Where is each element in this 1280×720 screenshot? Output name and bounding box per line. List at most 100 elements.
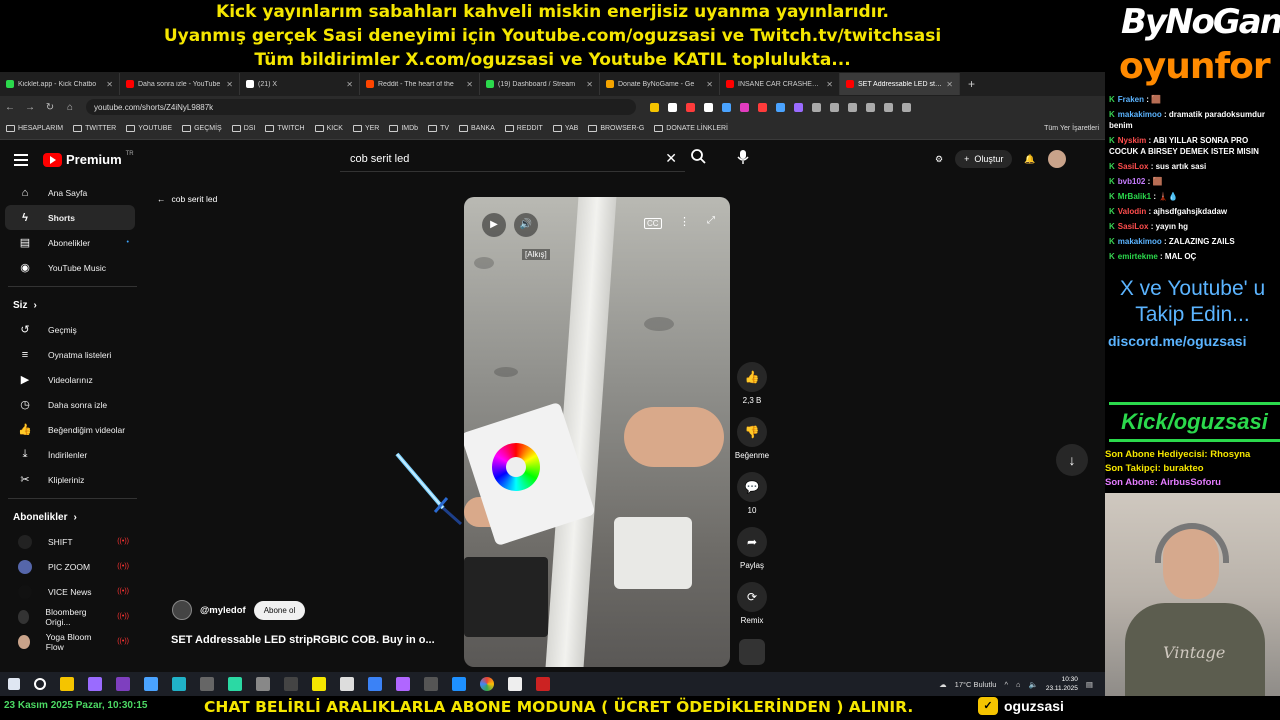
extension-icon[interactable] (668, 102, 677, 112)
app-icon[interactable] (536, 677, 550, 691)
close-icon[interactable]: ✕ (106, 80, 113, 89)
close-icon[interactable]: ✕ (706, 80, 713, 89)
bookmark-item[interactable]: IMDb (389, 125, 418, 132)
extension-icon[interactable] (758, 102, 767, 112)
browser-tab[interactable]: (21) X ✕ (240, 73, 360, 95)
app-icon[interactable] (312, 677, 326, 691)
forward-arrow-icon[interactable]: → (20, 102, 40, 113)
close-icon[interactable]: ✕ (466, 80, 473, 89)
comments-button[interactable]: 💬 10 (734, 472, 770, 515)
channel-name[interactable]: @myledof (200, 605, 246, 616)
browser-tab[interactable]: (19) Dashboard / Stream ✕ (480, 73, 600, 95)
bookmark-item[interactable]: TWITTER (73, 125, 116, 132)
weather-icon[interactable]: ☁ (939, 680, 947, 689)
clock[interactable]: 10:30 23.11.2025 (1046, 675, 1078, 693)
network-icon[interactable]: ⌂ (1016, 680, 1021, 689)
weather-text[interactable]: 17°C Bulutlu (955, 680, 997, 689)
bookmark-item[interactable]: YER (352, 125, 379, 132)
app-icon[interactable] (172, 677, 186, 691)
app-icon[interactable] (200, 677, 214, 691)
extension-icon[interactable] (740, 102, 749, 112)
onenote-icon[interactable] (116, 677, 130, 691)
app-icon[interactable] (340, 677, 354, 691)
play-icon[interactable]: ▶ (482, 213, 506, 237)
chrome-icon[interactable] (480, 677, 494, 691)
bookmark-item[interactable]: DSI (231, 125, 255, 132)
notification-icon[interactable]: ▤ (1086, 680, 1093, 689)
close-icon[interactable]: ✕ (826, 80, 833, 89)
extension-icon[interactable] (794, 102, 803, 112)
sidebar-section-you[interactable]: Siz › (0, 293, 145, 317)
sidebar-item[interactable]: Bloomberg Origi... ((•)) (5, 604, 135, 629)
gear-icon[interactable]: ⚙ (935, 154, 943, 165)
channel-avatar[interactable] (172, 600, 192, 620)
app-icon[interactable] (424, 677, 438, 691)
file-explorer-icon[interactable] (60, 677, 74, 691)
sidebar-item[interactable]: PIC ZOOM ((•)) (5, 554, 135, 579)
extension-icon[interactable] (902, 102, 911, 112)
sound-button[interactable] (734, 637, 770, 665)
chevron-up-icon[interactable]: ^ (1004, 680, 1008, 689)
browser-tab[interactable]: Donate ByNoGame - Ge ✕ (600, 73, 720, 95)
sidebar-item[interactable]: ◉ YouTube Music (5, 255, 135, 280)
microphone-icon[interactable] (734, 149, 752, 169)
edge-icon[interactable] (452, 677, 466, 691)
dislike-button[interactable]: 👎 Beğenme (734, 417, 770, 460)
close-icon[interactable]: ✕ (226, 80, 233, 89)
bookmark-item[interactable]: TV (428, 125, 449, 132)
sidebar-item[interactable]: ≡ Oynatma listeleri (5, 342, 135, 367)
captions-icon[interactable]: CC (644, 218, 662, 229)
sidebar-item[interactable]: ▶ Videolarınız (5, 367, 135, 392)
create-button[interactable]: + Oluştur (955, 150, 1013, 168)
app-icon[interactable] (284, 677, 298, 691)
sidebar-item[interactable]: SHIFT ((•)) (5, 529, 135, 554)
bell-icon[interactable]: 🔔 (1024, 154, 1035, 165)
close-icon[interactable]: ✕ (346, 80, 353, 89)
extension-icon[interactable] (884, 102, 893, 112)
search-icon[interactable] (690, 148, 712, 170)
search-icon[interactable] (34, 678, 46, 690)
camera-icon[interactable] (256, 677, 270, 691)
sidebar-item[interactable]: Yoga Bloom Flow ((•)) (5, 629, 135, 654)
app-icon[interactable] (396, 677, 410, 691)
sidebar-item[interactable]: ↺ Geçmiş (5, 317, 135, 342)
bookmark-item[interactable]: YOUTUBE (126, 125, 172, 132)
sidebar-item[interactable]: 👍 Beğendiğim videolar (5, 417, 135, 442)
video-title[interactable]: SET Addressable LED stripRGBIC COB. Buy … (171, 634, 456, 646)
search-input[interactable]: cob serit led ✕ (340, 146, 685, 172)
bookmark-item[interactable]: HESAPLARIM (6, 125, 63, 132)
sidebar-item[interactable]: ⤓ İndirilenler (5, 442, 135, 467)
like-button[interactable]: 👍 2,3 B (734, 362, 770, 405)
remix-button[interactable]: ⟳ Remix (734, 582, 770, 625)
extension-icon[interactable] (776, 102, 785, 112)
next-short-button[interactable]: ↓ (1056, 444, 1088, 476)
bookmark-item[interactable]: BANKA (459, 125, 495, 132)
short-video-player[interactable]: ▶ 🔊 CC ⋮ ⤢ [Alkış] (464, 197, 730, 667)
subscribe-button[interactable]: Abone ol (253, 600, 306, 620)
bookmark-item[interactable]: DONATE LİNKLERİ (654, 125, 728, 132)
bookmark-item[interactable]: BROWSER-G (588, 125, 644, 132)
browser-tab[interactable]: Kicklet.app - Kick Chatbo ✕ (0, 73, 120, 95)
sidebar-item[interactable]: ✂ Klipleriniz (5, 467, 135, 492)
extension-icon[interactable] (812, 102, 821, 112)
sidebar-item[interactable]: ⌂ Ana Sayfa (5, 180, 135, 205)
avatar[interactable] (1047, 150, 1066, 168)
more-icon[interactable]: ⋮ (679, 215, 690, 228)
browser-tab[interactable]: INSANE CAR CRASHES C ✕ (720, 73, 840, 95)
app-icon[interactable] (228, 677, 242, 691)
back-arrow-icon[interactable]: ← (0, 102, 20, 113)
extension-icon[interactable] (650, 102, 659, 112)
browser-tab[interactable]: Reddit - The heart of the ✕ (360, 73, 480, 95)
home-icon[interactable]: ⌂ (60, 102, 80, 113)
fullscreen-icon[interactable]: ⤢ (707, 215, 715, 226)
sidebar-section-subscriptions[interactable]: Abonelikler › (0, 505, 145, 529)
all-bookmarks[interactable]: Tüm Yer İşaretleri (1044, 125, 1099, 132)
app-icon[interactable] (368, 677, 382, 691)
extension-icon[interactable] (686, 102, 695, 112)
close-icon[interactable]: ✕ (946, 80, 953, 89)
menu-icon[interactable] (14, 154, 28, 166)
extension-icon[interactable] (722, 102, 731, 112)
close-icon[interactable]: ✕ (586, 80, 593, 89)
url-input[interactable]: youtube.com/shorts/Z4iNyL9887k (86, 99, 636, 115)
bookmark-item[interactable]: REDDIT (504, 125, 543, 132)
